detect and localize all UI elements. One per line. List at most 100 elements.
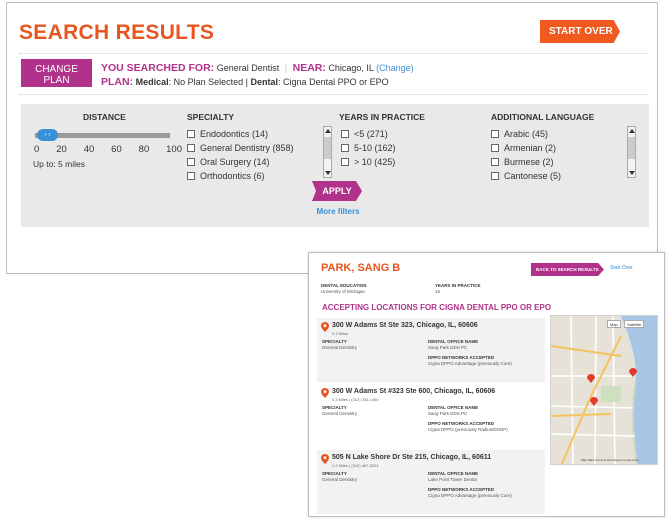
change-location-link[interactable]: (Change) [376,63,414,73]
checkbox[interactable] [341,158,349,166]
language-header: ADDITIONAL LANGUAGE [491,112,595,122]
map-footer[interactable]: Map Data Terms of Use Report a map error [581,458,639,462]
checkbox[interactable] [187,158,195,166]
plan-medical-value: : No Plan Selected | [168,77,249,87]
plan-summary: PLAN: Medical: No Plan Selected | Dental… [101,76,389,88]
specialty-label: SPECIALTY [322,339,347,344]
specialty-option[interactable]: Endodontics (14) [187,127,294,141]
page-title: SEARCH RESULTS [19,21,215,44]
checkbox[interactable] [341,144,349,152]
tick-label: 100 [166,144,182,155]
office-label: DENTAL OFFICE NAME [428,339,479,344]
plan-medical-label: Medical [135,77,169,87]
checkbox[interactable] [187,144,195,152]
tick-label: 80 [138,144,150,155]
location-map[interactable]: Map Satellite Map Data Terms of Use Repo… [550,315,658,465]
language-option[interactable]: Arabic (45) [491,127,561,141]
education-label: DENTAL EDUCATION [321,283,367,288]
map-view-button[interactable]: Map [607,320,621,328]
near-label: NEAR: [292,62,326,74]
checkbox[interactable] [491,158,499,166]
distance-header: DISTANCE [83,112,126,122]
provider-name: PARK, SANG B [321,262,401,274]
location-card[interactable]: 300 W Adams St Ste 323, Chicago, IL, 606… [317,318,545,382]
specialty-label: SPECIALTY [322,405,347,410]
specialty-list: Endodontics (14) General Dentistry (858)… [187,127,294,183]
separator: | [284,63,288,73]
years-value: 15 [435,289,441,294]
years-option[interactable]: > 10 (425) [341,155,396,169]
plan-dental-value: : Cigna Dental PPO or EPO [278,77,389,87]
scroll-down-icon[interactable] [629,171,635,175]
back-to-results-button[interactable]: BACK TO SEARCH RESULTS [531,263,604,276]
office-value: Lake Point Tower Dental [428,477,477,482]
language-option[interactable]: Burmese (2) [491,155,561,169]
tick-label: 60 [111,144,122,155]
location-meta: 1.2 Miles | (312) 467-3201 [332,463,379,468]
specialty-value: General Dentistry [322,477,358,482]
provider-detail-panel: PARK, SANG B BACK TO SEARCH RESULTS Star… [308,252,665,517]
option-label: Burmese (2) [504,157,554,167]
scroll-up-icon[interactable] [629,129,635,133]
search-summary: YOU SEARCHED FOR: General Dentist | NEAR… [101,62,414,74]
checkbox[interactable] [341,130,349,138]
office-value: Sang Park DDS PC [428,345,468,350]
location-card[interactable]: 505 N Lake Shore Dr Ste 215, Chicago, IL… [317,450,545,514]
map-graphic [551,316,657,464]
language-option[interactable]: Cantonese (5) [491,169,561,183]
specialty-scrollbar[interactable] [323,126,332,178]
chevron-down-icon [52,88,61,92]
language-option[interactable]: Armenian (2) [491,141,561,155]
specialty-option[interactable]: General Dentistry (858) [187,141,294,155]
location-card[interactable]: 300 W Adams St #323 Ste 600, Chicago, IL… [317,384,545,448]
option-label: Armenian (2) [504,143,557,153]
specialty-option[interactable]: Orthodontics (6) [187,169,294,183]
specialty-header: SPECIALTY [187,112,235,122]
checkbox[interactable] [187,172,195,180]
distance-ticks: 0 20 40 60 80 100 [34,144,182,155]
scroll-up-icon[interactable] [325,129,331,133]
checkbox[interactable] [491,144,499,152]
distance-slider-handle[interactable]: ‹ › [37,129,58,141]
years-header: YEARS IN PRACTICE [339,112,425,122]
option-label: <5 (271) [354,129,388,139]
plan-dental-label: Dental [250,77,279,87]
years-option[interactable]: <5 (271) [341,127,396,141]
tick-label: 20 [56,144,67,155]
checkbox[interactable] [187,130,195,138]
education-value: University of Michigan [321,289,366,294]
tick-label: 40 [83,144,95,155]
start-over-link[interactable]: Start Over [610,265,633,271]
satellite-view-button[interactable]: Satellite [624,320,645,328]
searched-label: YOU SEARCHED FOR: [101,62,215,74]
distance-value: Up to: 5 miles [33,159,85,169]
divider [19,53,647,54]
scroll-thumb[interactable] [324,137,331,159]
networks-value: Cigna DPPO (previously Radius/DNOP) [428,427,508,432]
checkbox[interactable] [491,130,499,138]
option-label: > 10 (425) [354,157,396,167]
near-value: Chicago, IL [328,63,374,73]
specialty-option[interactable]: Oral Surgery (14) [187,155,294,169]
years-option[interactable]: 5-10 (162) [341,141,396,155]
start-over-button[interactable]: START OVER [540,20,620,43]
filter-panel: DISTANCE ‹ › 0 20 40 60 80 100 Up to: 5 … [21,104,649,227]
years-list: <5 (271) 5-10 (162) > 10 (425) [341,127,396,169]
networks-value: Cigna DPPO Advantage (previously Core) [428,493,512,498]
scroll-thumb[interactable] [628,137,635,159]
checkbox[interactable] [491,172,499,180]
language-scrollbar[interactable] [627,126,636,178]
location-meta: 0.3 Miles [332,331,349,336]
networks-label: DPPO NETWORKS ACCEPTED [428,421,495,426]
networks-value: Cigna DPPO Advantage (previously Core) [428,361,512,366]
option-label: Oral Surgery (14) [200,157,270,167]
specialty-label: SPECIALTY [322,471,347,476]
location-address: 505 N Lake Shore Dr Ste 215, Chicago, IL… [332,454,492,461]
scroll-down-icon[interactable] [325,171,331,175]
option-label: Arabic (45) [504,129,549,139]
change-plan-button[interactable]: CHANGE PLAN [21,59,92,92]
option-label: Cantonese (5) [504,171,562,181]
accepting-locations-heading: ACCEPTING LOCATIONS FOR CIGNA DENTAL PPO… [322,303,552,312]
more-filters-link[interactable]: More filters [309,204,367,220]
apply-button[interactable]: APPLY [312,181,362,201]
